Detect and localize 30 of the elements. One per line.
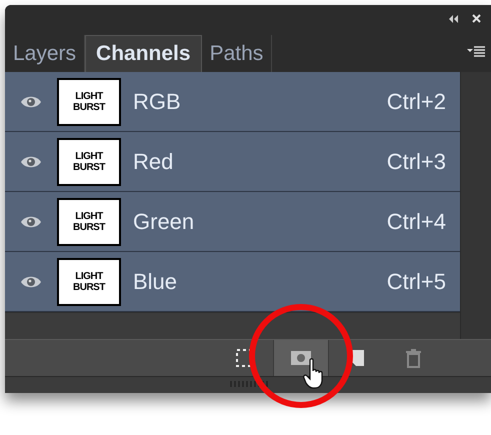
channel-row[interactable]: LIGHT BURST RGB Ctrl+2 bbox=[5, 72, 460, 132]
thumbnail-text: LIGHT bbox=[75, 210, 103, 222]
channel-name: Red bbox=[133, 148, 174, 176]
thumbnail-text: LIGHT bbox=[75, 270, 103, 282]
thumbnail-text: LIGHT bbox=[75, 90, 103, 102]
mask-button[interactable] bbox=[273, 340, 329, 376]
eye-icon[interactable] bbox=[20, 154, 42, 168]
thumbnail-text: BURST bbox=[73, 222, 105, 232]
eye-icon[interactable] bbox=[20, 94, 42, 108]
channel-name: Green bbox=[133, 208, 196, 236]
channel-row[interactable]: LIGHT BURST Green Ctrl+4 bbox=[5, 192, 460, 252]
resize-grip-icon[interactable] bbox=[230, 381, 270, 387]
channel-row[interactable]: LIGHT BURST Red Ctrl+3 bbox=[5, 132, 460, 192]
thumbnail-text: LIGHT bbox=[75, 150, 103, 162]
thumbnail-text: BURST bbox=[73, 282, 105, 292]
eye-icon[interactable] bbox=[20, 274, 42, 288]
close-icon[interactable] bbox=[472, 14, 481, 23]
channel-name: RGB bbox=[133, 88, 182, 116]
eye-icon[interactable] bbox=[20, 214, 42, 228]
channel-row[interactable]: LIGHT BURST Blue Ctrl+5 bbox=[5, 252, 460, 312]
channel-shortcut: Ctrl+4 bbox=[386, 208, 446, 236]
channel-shortcut: Ctrl+5 bbox=[386, 268, 446, 296]
thumbnail-text: BURST bbox=[73, 102, 105, 112]
channel-shortcut: Ctrl+3 bbox=[386, 148, 446, 176]
collapse-icon[interactable] bbox=[448, 14, 458, 22]
menu-icon[interactable] bbox=[467, 46, 485, 58]
channel-name: Blue bbox=[133, 268, 178, 296]
thumbnail-text: BURST bbox=[73, 162, 105, 172]
channel-shortcut: Ctrl+2 bbox=[386, 88, 446, 116]
panel-tab[interactable]: Channels bbox=[85, 35, 202, 72]
